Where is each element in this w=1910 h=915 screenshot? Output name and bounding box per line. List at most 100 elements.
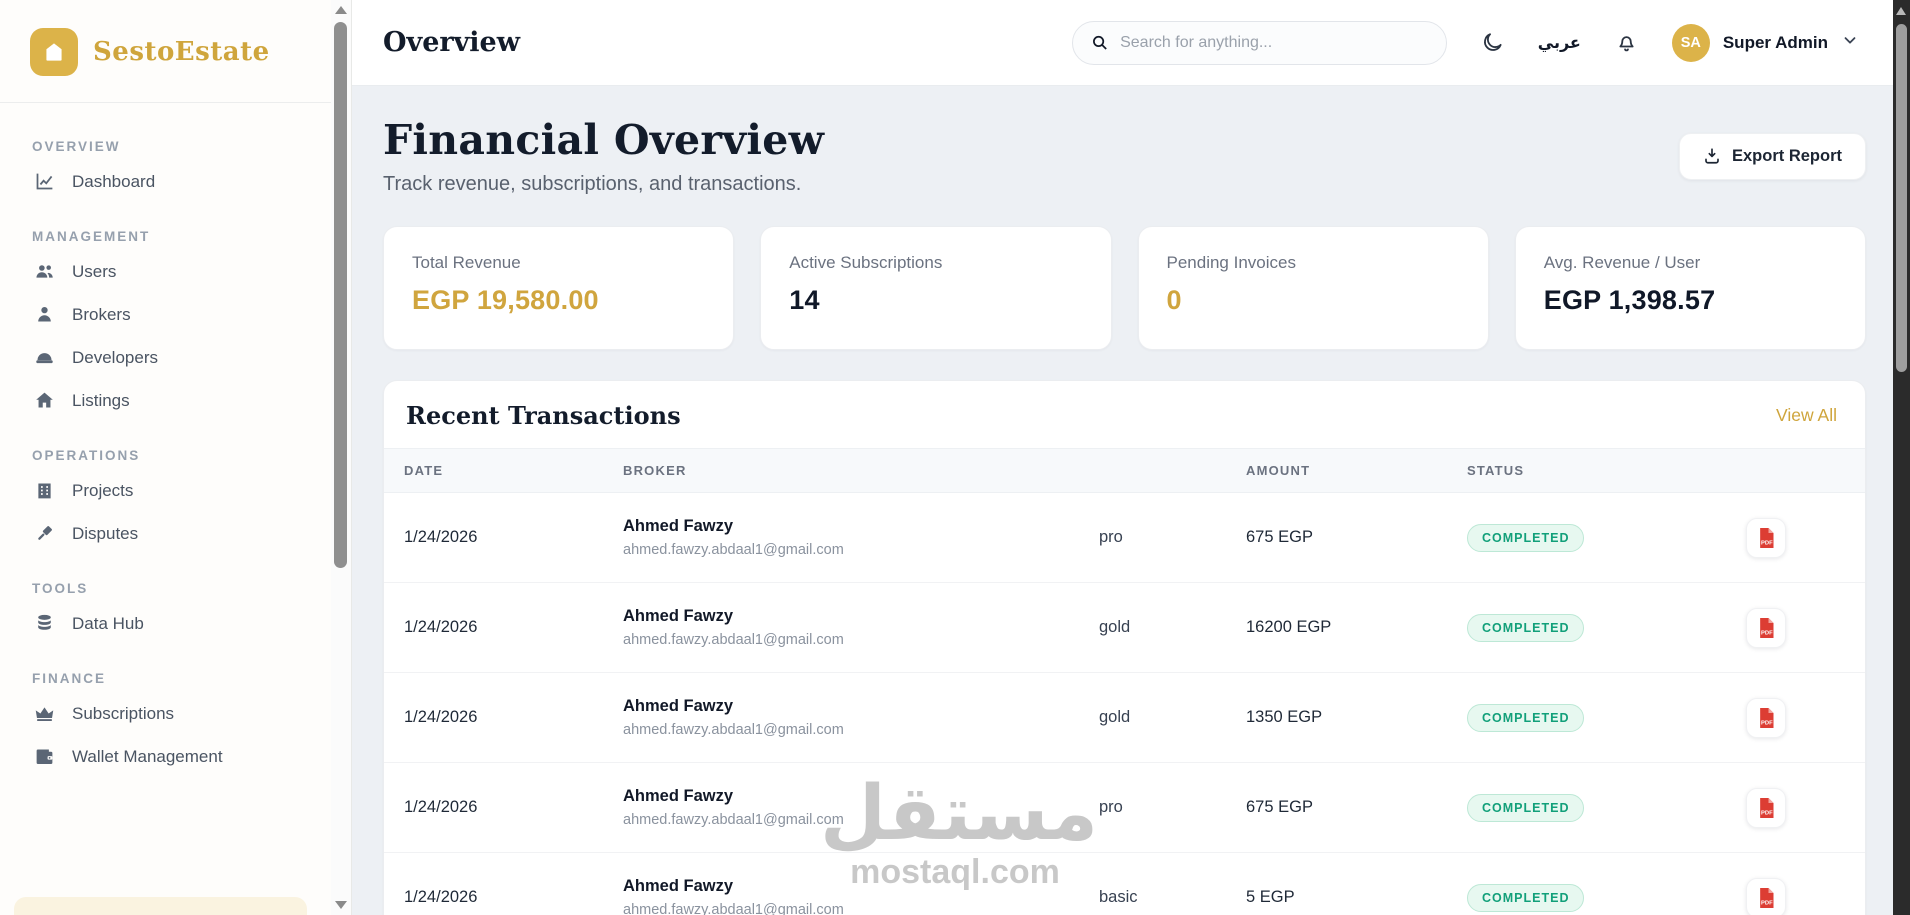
download-pdf-button[interactable]: PDF bbox=[1746, 697, 1786, 738]
broker-email: ahmed.fawzy.abdaal1@gmail.com bbox=[623, 902, 844, 915]
building-icon bbox=[34, 480, 55, 501]
transaction-amount: 675 EGP bbox=[1246, 798, 1313, 816]
sidebar-section: OVERVIEW Dashboard bbox=[32, 139, 321, 203]
download-icon bbox=[1705, 148, 1719, 164]
user-name: Super Admin bbox=[1722, 32, 1828, 52]
table-row: 1/24/2026 Ahmed Fawzy ahmed.fawzy.abdaal… bbox=[384, 853, 1865, 915]
sidebar-item-label: Developers bbox=[72, 347, 158, 367]
sidebar-item-label: Subscriptions bbox=[72, 703, 175, 723]
sidebar-item-projects[interactable]: Projects bbox=[32, 469, 321, 512]
broker-email: ahmed.fawzy.abdaal1@gmail.com bbox=[623, 542, 844, 558]
topbar: Overview عربي SA Super Admin bbox=[352, 0, 1893, 86]
notifications-button[interactable] bbox=[1615, 31, 1638, 54]
house-icon bbox=[46, 43, 62, 61]
sidebar-item-label: Dashboard bbox=[72, 171, 156, 191]
stat-card-value: EGP 19,580.00 bbox=[412, 285, 599, 315]
download-pdf-button[interactable]: PDF bbox=[1746, 877, 1786, 915]
sidebar-item-label: Wallet Management bbox=[72, 746, 223, 766]
download-pdf-button[interactable]: PDF bbox=[1746, 787, 1786, 828]
pdf-file-icon: PDF bbox=[1760, 527, 1774, 548]
sidebar: SestoEstate OVERVIEW Dashboard MANAGEMEN… bbox=[0, 0, 352, 915]
sidebar-section-label: OPERATIONS bbox=[32, 448, 141, 463]
column-header-status: STATUS bbox=[1467, 463, 1525, 478]
transaction-plan: pro bbox=[1099, 528, 1123, 546]
stat-card-label: Active Subscriptions bbox=[789, 253, 943, 272]
sidebar-section: MANAGEMENT Users Brokers Developers List… bbox=[32, 229, 321, 422]
scroll-up-icon[interactable] bbox=[1896, 7, 1906, 15]
transaction-date: 1/24/2026 bbox=[404, 798, 478, 816]
sidebar-item-users[interactable]: Users bbox=[32, 250, 321, 293]
page-subtitle: Track revenue, subscriptions, and transa… bbox=[383, 173, 802, 195]
stat-card-label: Total Revenue bbox=[412, 253, 521, 272]
column-header-amount: AMOUNT bbox=[1246, 463, 1311, 478]
pdf-file-icon: PDF bbox=[1760, 887, 1774, 908]
view-all-link[interactable]: View All bbox=[1776, 405, 1837, 426]
moon-icon bbox=[1483, 33, 1502, 51]
search-bar[interactable] bbox=[1071, 20, 1447, 65]
sidebar-item-brokers[interactable]: Brokers bbox=[32, 293, 321, 336]
user-menu[interactable]: SA Super Admin bbox=[1671, 23, 1859, 62]
stat-card: Pending Invoices 0 bbox=[1137, 226, 1489, 350]
transaction-plan: gold bbox=[1099, 708, 1131, 726]
chevron-down-icon bbox=[1841, 31, 1859, 54]
broker-name: Ahmed Fawzy bbox=[623, 607, 734, 625]
svg-text:PDF: PDF bbox=[1761, 810, 1773, 816]
sidebar-item-wallet-management[interactable]: Wallet Management bbox=[32, 735, 321, 778]
broker-email: ahmed.fawzy.abdaal1@gmail.com bbox=[623, 722, 844, 738]
main-content: Financial Overview Track revenue, subscr… bbox=[352, 86, 1893, 915]
transaction-amount: 5 EGP bbox=[1246, 888, 1295, 906]
page-breadcrumb-title: Overview bbox=[383, 27, 520, 58]
page-scrollbar[interactable] bbox=[1893, 0, 1910, 915]
sidebar-active-item-partial[interactable] bbox=[14, 897, 307, 915]
stat-cards: Total Revenue EGP 19,580.00 Active Subsc… bbox=[383, 226, 1866, 350]
stat-card: Total Revenue EGP 19,580.00 bbox=[383, 226, 735, 350]
sidebar-item-dashboard[interactable]: Dashboard bbox=[32, 160, 321, 203]
sidebar-scrollbar-thumb[interactable] bbox=[334, 22, 347, 568]
sidebar-section: OPERATIONS Projects Disputes bbox=[32, 448, 321, 555]
sidebar-item-label: Data Hub bbox=[72, 613, 144, 633]
stat-card: Active Subscriptions 14 bbox=[760, 226, 1112, 350]
house-icon bbox=[34, 390, 55, 411]
page-title: Financial Overview bbox=[383, 116, 825, 164]
table-row: 1/24/2026 Ahmed Fawzy ahmed.fawzy.abdaal… bbox=[384, 493, 1865, 583]
stat-card-value: 0 bbox=[1166, 285, 1182, 315]
download-pdf-button[interactable]: PDF bbox=[1746, 607, 1786, 648]
brand-logo bbox=[30, 28, 78, 76]
crown-icon bbox=[34, 703, 55, 724]
broker-email: ahmed.fawzy.abdaal1@gmail.com bbox=[623, 812, 844, 828]
language-toggle-button[interactable]: عربي bbox=[1538, 33, 1581, 52]
sidebar-nav: OVERVIEW Dashboard MANAGEMENT Users Brok… bbox=[0, 103, 351, 778]
stat-card-label: Pending Invoices bbox=[1166, 253, 1296, 272]
scroll-up-icon[interactable] bbox=[335, 6, 347, 14]
download-pdf-button[interactable]: PDF bbox=[1746, 517, 1786, 558]
sidebar-scrollbar[interactable] bbox=[331, 0, 351, 915]
sidebar-section-label: TOOLS bbox=[32, 581, 89, 596]
sidebar-item-developers[interactable]: Developers bbox=[32, 336, 321, 379]
search-input[interactable] bbox=[1120, 33, 1428, 52]
theme-toggle-button[interactable] bbox=[1481, 31, 1504, 54]
sidebar-item-disputes[interactable]: Disputes bbox=[32, 512, 321, 555]
transaction-date: 1/24/2026 bbox=[404, 528, 478, 546]
bell-icon bbox=[1619, 36, 1634, 52]
transaction-amount: 16200 EGP bbox=[1246, 618, 1332, 636]
page-scrollbar-thumb[interactable] bbox=[1896, 24, 1907, 372]
table-row: 1/24/2026 Ahmed Fawzy ahmed.fawzy.abdaal… bbox=[384, 763, 1865, 853]
search-icon bbox=[1092, 35, 1107, 50]
stat-card-value: 14 bbox=[789, 285, 820, 315]
scroll-down-icon[interactable] bbox=[335, 901, 347, 909]
sidebar-item-subscriptions[interactable]: Subscriptions bbox=[32, 692, 321, 735]
brand: SestoEstate bbox=[0, 0, 351, 103]
status-badge: COMPLETED bbox=[1467, 883, 1585, 912]
broker-name: Ahmed Fawzy bbox=[623, 697, 734, 715]
sidebar-item-label: Projects bbox=[72, 480, 134, 500]
pdf-file-icon: PDF bbox=[1760, 707, 1774, 728]
export-report-button[interactable]: Export Report bbox=[1678, 132, 1866, 180]
svg-text:PDF: PDF bbox=[1761, 900, 1773, 906]
sidebar-section: FINANCE Subscriptions Wallet Management bbox=[32, 671, 321, 778]
status-badge: COMPLETED bbox=[1467, 793, 1585, 822]
sidebar-item-listings[interactable]: Listings bbox=[32, 379, 321, 422]
sidebar-item-data-hub[interactable]: Data Hub bbox=[32, 602, 321, 645]
table-body: 1/24/2026 Ahmed Fawzy ahmed.fawzy.abdaal… bbox=[384, 493, 1865, 915]
wallet-icon bbox=[34, 746, 55, 767]
sidebar-item-label: Listings bbox=[72, 390, 130, 410]
